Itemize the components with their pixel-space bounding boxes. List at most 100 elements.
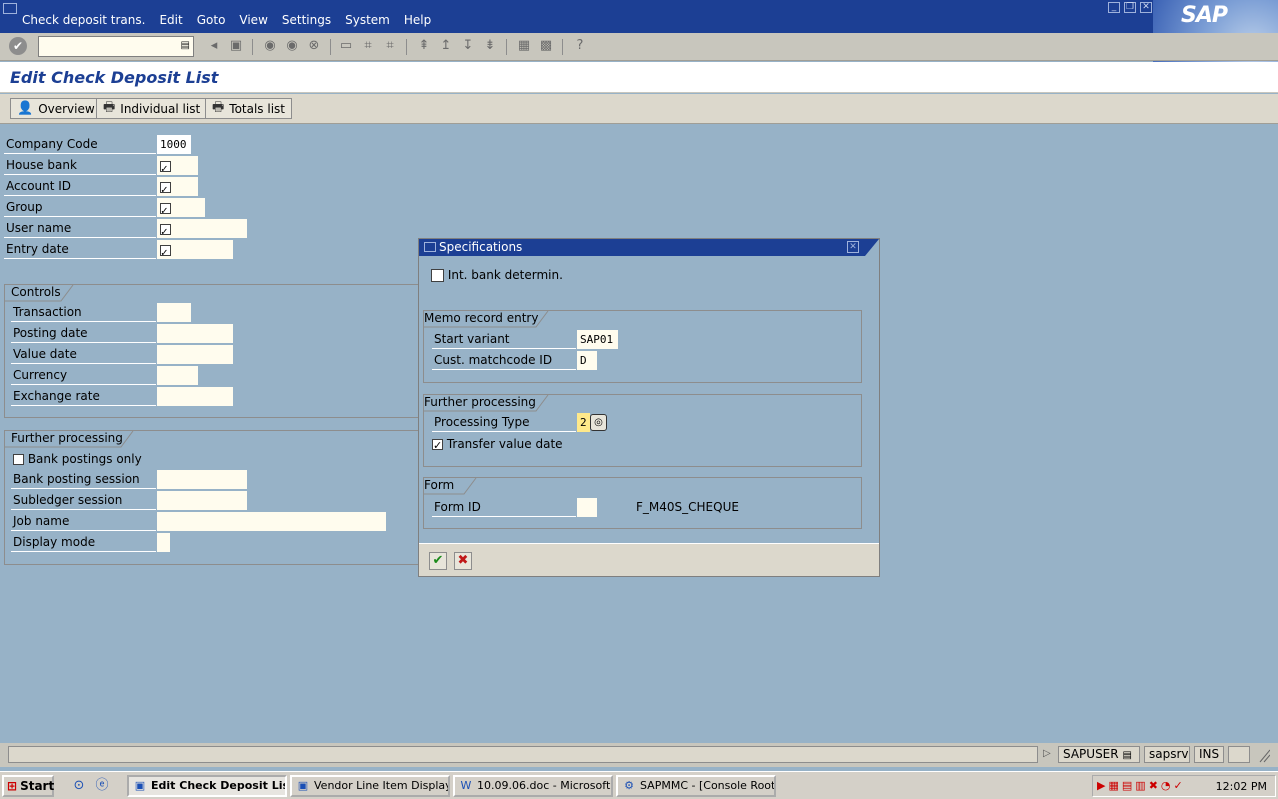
house-bank-checkbox[interactable] [160, 159, 171, 178]
previous-page-icon[interactable]: ↥ [438, 38, 454, 54]
save-icon[interactable]: ▣ [228, 38, 244, 54]
cancel-icon[interactable]: ⊗ [306, 38, 322, 54]
dialog-further-processing-group: Further processing Processing Type 2 ◎ T… [423, 394, 862, 467]
transaction-label: Transaction [11, 303, 156, 322]
currency-field[interactable] [157, 366, 198, 385]
show-desktop-icon[interactable]: ⊙ [70, 777, 88, 795]
back-arrow-icon[interactable]: ◂ [206, 38, 222, 54]
entry-date-field[interactable] [157, 240, 233, 262]
tray-disconnect-icon[interactable]: ✖ [1149, 779, 1158, 792]
menu-check-deposit-trans[interactable]: Check deposit trans. [22, 13, 145, 27]
task-sapmmc-console[interactable]: ⚙ SAPMMC - [Console Root... [616, 775, 776, 797]
clock: 12:02 PM [1215, 780, 1267, 793]
sap-window-icon: ▣ [297, 779, 309, 792]
task-word-document[interactable]: W 10.09.06.doc - Microsoft... [453, 775, 613, 797]
confirm-check-icon[interactable]: ✔ [429, 552, 447, 570]
status-expand-icon[interactable]: ▷ [1043, 748, 1051, 759]
first-page-icon[interactable]: ⇞ [416, 38, 432, 54]
dialog-close-icon[interactable]: ✕ [847, 241, 859, 253]
menu-settings[interactable]: Settings [282, 13, 331, 27]
processing-type-field[interactable]: 2 [577, 413, 590, 432]
group-checkbox[interactable] [160, 201, 171, 220]
system-tray: ▶ ▦ ▤ ▥ ✖ ◔ ✓ 12:02 PM [1092, 775, 1276, 797]
subledger-session-field[interactable] [157, 491, 247, 510]
form-id-field[interactable] [577, 498, 597, 517]
command-field[interactable]: ▤ [38, 36, 194, 57]
start-variant-field[interactable]: SAP01 [577, 330, 618, 349]
cancel-x-icon[interactable]: ✖ [454, 552, 472, 570]
resize-grip-icon[interactable] [1258, 746, 1271, 763]
entry-date-checkbox[interactable] [160, 243, 171, 262]
menu-system[interactable]: System [345, 13, 390, 27]
user-name-field[interactable] [157, 219, 247, 241]
tray-network-icon[interactable]: ▦ [1108, 779, 1118, 792]
totals-list-button[interactable]: 🖶 Totals list [205, 98, 292, 119]
posting-date-field[interactable] [157, 324, 233, 343]
internet-explorer-icon[interactable]: ⓔ [93, 777, 111, 795]
subledger-session-label: Subledger session [11, 491, 156, 510]
company-code-field[interactable]: 1000 [157, 135, 191, 154]
print-icon[interactable]: ▭ [338, 38, 354, 54]
toolbar-separator [506, 39, 507, 55]
back-icon[interactable]: ◉ [262, 38, 278, 54]
tray-check-icon[interactable]: ✓ [1174, 779, 1183, 792]
overview-button[interactable]: 👤 Overview [10, 98, 102, 119]
tray-play-icon[interactable]: ▶ [1097, 779, 1105, 792]
help-icon[interactable]: ? [572, 38, 588, 54]
close-icon[interactable]: ✕ [1140, 2, 1152, 13]
task-vendor-line-item[interactable]: ▣ Vendor Line Item Display [290, 775, 450, 797]
system-menu-icon[interactable] [3, 3, 17, 14]
menu-help[interactable]: Help [404, 13, 431, 27]
int-bank-row[interactable]: Int. bank determin. [431, 267, 563, 284]
find-icon[interactable]: ⌗ [360, 38, 376, 54]
individual-list-button[interactable]: 🖶 Individual list [96, 98, 208, 119]
group-field[interactable] [157, 198, 205, 220]
last-page-icon[interactable]: ⇟ [482, 38, 498, 54]
form-group: Form Form ID F_M40S_CHEQUE [423, 477, 862, 529]
status-user-text: SAPUSER [1063, 747, 1119, 761]
create-shortcut-icon[interactable]: ▩ [538, 38, 554, 54]
int-bank-checkbox[interactable] [431, 269, 444, 282]
bank-postings-only-row[interactable]: Bank postings only [13, 451, 142, 468]
transaction-field[interactable] [157, 303, 191, 322]
task-edit-check-deposit[interactable]: ▣ Edit Check Deposit List [127, 775, 287, 797]
transfer-value-date-checkbox[interactable] [432, 437, 443, 454]
bank-posting-session-field[interactable] [157, 470, 247, 489]
status-list-icon[interactable]: ▤ [1122, 750, 1131, 761]
bank-postings-only-label: Bank postings only [27, 452, 142, 466]
bank-postings-only-checkbox[interactable] [13, 454, 24, 465]
title-bar: Edit Check Deposit List [0, 62, 1278, 93]
memo-record-tab-shape [424, 311, 549, 328]
job-name-field[interactable] [157, 512, 386, 531]
exchange-rate-field[interactable] [157, 387, 233, 406]
start-button[interactable]: ⊞ Start [2, 775, 54, 797]
menu-goto[interactable]: Goto [197, 13, 226, 27]
tray-monitor-icon[interactable]: ▥ [1135, 779, 1145, 792]
cust-matchcode-field[interactable]: D [577, 351, 597, 370]
command-history-icon[interactable]: ▤ [181, 40, 190, 51]
find-next-icon[interactable]: ⌗ [382, 38, 398, 54]
restore-icon[interactable]: ❐ [1124, 2, 1136, 13]
search-help-icon[interactable]: ◎ [590, 414, 607, 431]
display-mode-field[interactable] [157, 533, 170, 552]
transfer-value-date-row[interactable]: Transfer value date [432, 436, 563, 454]
task-label: SAPMMC - [Console Root... [640, 779, 776, 792]
menu-view[interactable]: View [239, 13, 267, 27]
menu-edit[interactable]: Edit [159, 13, 182, 27]
minimize-icon[interactable]: _ [1108, 2, 1120, 13]
value-date-field[interactable] [157, 345, 233, 364]
user-name-checkbox[interactable] [160, 222, 171, 241]
tray-folder-icon[interactable]: ▤ [1122, 779, 1132, 792]
tray-gauge-icon[interactable]: ◔ [1161, 779, 1171, 792]
printer-icon: 🖶 [212, 99, 225, 115]
account-id-field[interactable] [157, 177, 198, 199]
exit-icon[interactable]: ◉ [284, 38, 300, 54]
word-document-icon: W [460, 779, 472, 792]
next-page-icon[interactable]: ↧ [460, 38, 476, 54]
enter-check-icon[interactable]: ✔ [9, 37, 27, 55]
company-code-label: Company Code [4, 135, 156, 154]
create-session-icon[interactable]: ▦ [516, 38, 532, 54]
account-id-checkbox[interactable] [160, 180, 171, 199]
processing-type-label: Processing Type [432, 413, 576, 432]
house-bank-field[interactable] [157, 156, 198, 178]
